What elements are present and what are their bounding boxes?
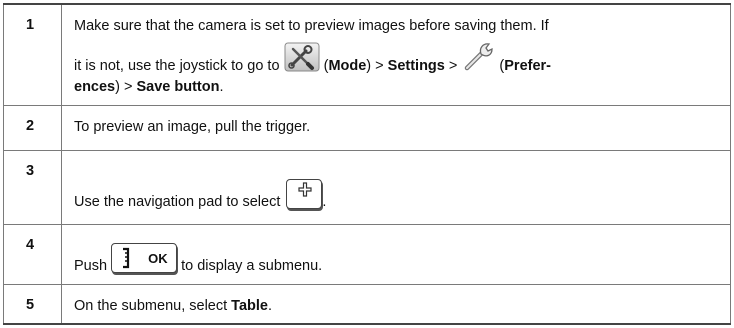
step-row-3: 3 Use the navigation pad to select . [3,150,731,225]
save-button-label: Save button [136,79,220,95]
step-number: 5 [3,284,62,326]
step-number: 2 [3,104,62,152]
plus-button-icon [286,179,323,210]
step-number: 1 [3,2,62,106]
preferences-wrench-icon [461,40,495,78]
step-text-part: . [267,298,272,315]
preferences-label: Prefer- [504,58,552,74]
step-number: 3 [3,150,62,225]
step-line: ences) > Save button. [74,78,722,97]
step-text-part: On the submenu, select [74,298,232,315]
step-text-part: > [444,58,462,74]
table-label: Table [231,298,268,315]
step-text-part: Use the navigation pad to select [74,194,281,211]
steps-table: 1 Make sure that the camera is set to pr… [3,2,731,326]
step-number: 4 [3,223,62,286]
step-text: Use the navigation pad to select . [61,150,731,225]
mode-tools-icon [284,42,320,78]
step-text-part: it is not, use the joystick to go to [74,58,280,74]
step-text-part: to display a submenu. [181,257,323,274]
ok-button-label: OK [148,250,168,266]
step-row-4: 4 Push OK to display a submenu. [3,223,731,286]
ok-button-icon: OK [111,242,178,273]
step-text-part: ) > [366,58,388,74]
step-row-2: 2 To preview an image, pull the trigger. [3,104,731,152]
step-text: Make sure that the camera is set to prev… [61,2,731,106]
step-text-part: . [322,194,327,211]
step-text: Push OK to display a submenu. [61,223,731,286]
step-row-5: 5 On the submenu, select Table. [3,284,731,326]
step-text-part: . [219,79,224,95]
step-text-part: Push [74,257,108,274]
mode-label: Mode [328,58,367,74]
step-text: To preview an image, pull the trigger. [61,104,731,152]
step-row-1: 1 Make sure that the camera is set to pr… [3,2,731,106]
step-text-part: ) > [115,79,137,95]
step-line: Make sure that the camera is set to prev… [74,18,549,34]
settings-label: Settings [387,58,445,74]
step-line: it is not, use the joystick to go to (Mo… [74,40,722,78]
step-text: On the submenu, select Table. [61,284,731,326]
preferences-label-cont: ences [74,79,116,95]
